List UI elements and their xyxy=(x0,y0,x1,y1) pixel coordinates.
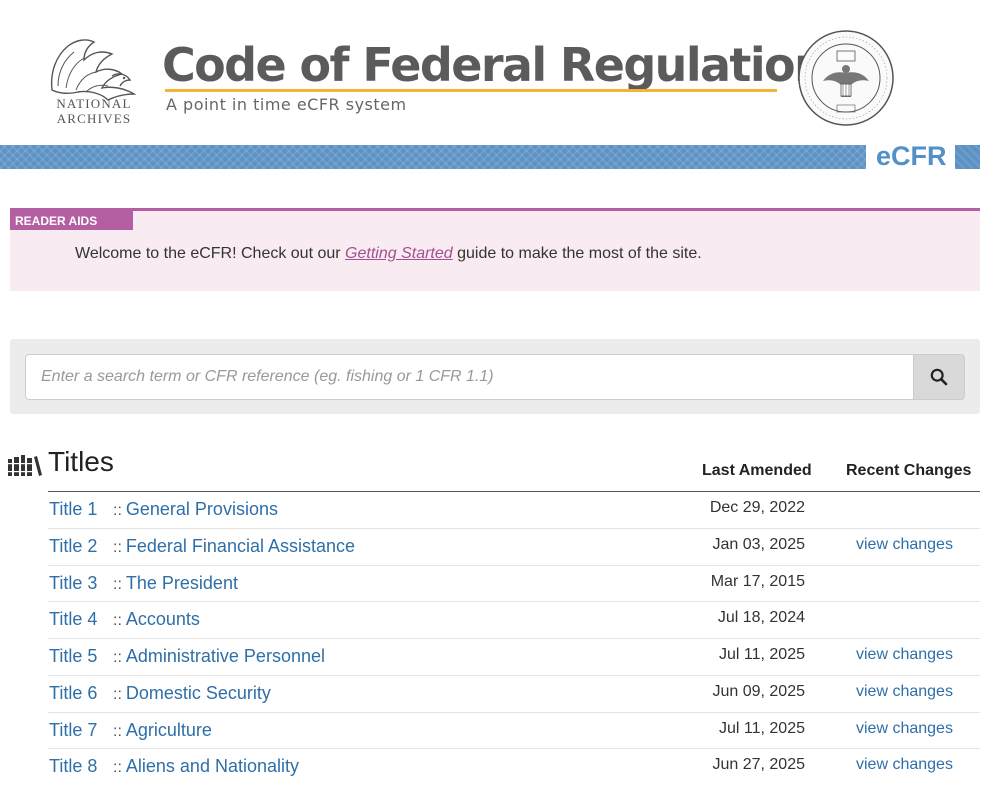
view-changes-link[interactable]: view changes xyxy=(856,720,953,738)
title-number: Title 4 xyxy=(49,609,98,630)
title-number: Title 5 xyxy=(49,646,98,666)
last-amended-date: Jun 27, 2025 xyxy=(712,756,805,774)
title-number: Title 1 xyxy=(49,499,98,519)
banner-stripe xyxy=(0,145,866,169)
site-title[interactable]: Code of Federal Regulations xyxy=(162,38,853,92)
title-link[interactable]: Title 7:: Agriculture xyxy=(49,720,212,741)
search-button[interactable] xyxy=(913,354,965,400)
banner-end-block xyxy=(955,145,980,169)
title-separator: :: xyxy=(113,722,122,740)
title-name: Agriculture xyxy=(125,719,212,740)
books-icon xyxy=(8,455,42,476)
title-separator: :: xyxy=(113,538,122,556)
table-row: Title 6:: Domestic Security Jun 09, 2025 … xyxy=(48,676,980,713)
title-separator: :: xyxy=(113,612,122,630)
title-name: Federal Financial Assistance xyxy=(125,535,356,556)
last-amended-date: Jul 11, 2025 xyxy=(719,719,805,737)
title-link[interactable]: Title 1:: General Provisions xyxy=(49,499,278,520)
title-link[interactable]: Title 3:: The President xyxy=(49,573,238,594)
title-separator: :: xyxy=(113,759,122,777)
last-amended-date: Jul 18, 2024 xyxy=(717,609,805,627)
view-changes-link[interactable]: view changes xyxy=(856,536,953,554)
title-number: Title 2 xyxy=(49,535,98,556)
view-changes-link[interactable]: view changes xyxy=(856,756,953,774)
table-row: Title 8:: Aliens and Nationality Jun 27, … xyxy=(48,749,980,785)
national-archives-wordmark: NATIONAL ARCHIVES xyxy=(46,96,142,126)
title-separator: :: xyxy=(113,575,122,593)
view-changes-link[interactable]: view changes xyxy=(856,646,953,664)
search-input[interactable] xyxy=(25,354,914,400)
reader-aids-panel: READER AIDS Welcome to the eCFR! Check o… xyxy=(10,208,980,291)
title-underline xyxy=(165,89,777,92)
nara-seal-icon xyxy=(798,30,894,126)
title-number: Title 7 xyxy=(49,719,98,740)
last-amended-date: Dec 29, 2022 xyxy=(709,499,805,516)
last-amended-date: Jun 09, 2025 xyxy=(712,682,805,700)
table-row: Title 4:: Accounts Jul 18, 2024 xyxy=(48,602,980,639)
reader-aids-message: Welcome to the eCFR! Check out our Getti… xyxy=(75,245,702,263)
reader-aids-text-after: guide to make the most of the site. xyxy=(452,245,702,262)
last-amended-date: Jan 03, 2025 xyxy=(712,535,805,553)
reader-aids-text-before: Welcome to the eCFR! Check out our xyxy=(75,245,346,262)
table-row: Title 5:: Administrative Personnel Jul 11… xyxy=(48,639,980,676)
title-link[interactable]: Title 5:: Administrative Personnel xyxy=(49,646,325,667)
titles-table: Title 1:: General Provisions Dec 29, 2022… xyxy=(48,492,980,785)
table-row: Title 2:: Federal Financial Assistance Ja… xyxy=(48,529,980,566)
title-name: The President xyxy=(125,572,238,593)
logo-line-2: ARCHIVES xyxy=(56,111,132,126)
recent-changes-header: Recent Changes xyxy=(846,462,972,479)
search-icon xyxy=(930,368,948,386)
title-link[interactable]: Title 8:: Aliens and Nationality xyxy=(49,756,299,777)
title-number: Title 3 xyxy=(49,572,98,593)
search-panel xyxy=(10,339,980,414)
table-row: Title 3:: The President Mar 17, 2015 xyxy=(48,566,980,603)
title-separator: :: xyxy=(113,502,122,519)
getting-started-link[interactable]: Getting Started xyxy=(345,245,453,262)
table-row: Title 7:: Agriculture Jul 11, 2025 view c… xyxy=(48,713,980,750)
title-name: Domestic Security xyxy=(125,682,271,703)
title-number: Title 6 xyxy=(49,682,98,703)
site-subtitle: A point in time eCFR system xyxy=(166,95,407,114)
title-name: Accounts xyxy=(125,609,200,630)
last-amended-header: Last Amended xyxy=(702,462,812,479)
last-amended-date: Mar 17, 2015 xyxy=(710,572,805,590)
logo-line-1: NATIONAL xyxy=(56,96,132,111)
title-name: General Provisions xyxy=(125,499,278,519)
titles-heading: Titles xyxy=(48,446,114,477)
title-link[interactable]: Title 2:: Federal Financial Assistance xyxy=(49,536,355,557)
view-changes-link[interactable]: view changes xyxy=(856,683,953,701)
table-row: Title 1:: General Provisions Dec 29, 2022 xyxy=(48,492,980,529)
title-separator: :: xyxy=(113,685,122,703)
site-header: NATIONAL ARCHIVES Code of Federal Regula… xyxy=(0,0,1001,145)
title-link[interactable]: Title 4:: Accounts xyxy=(49,609,200,630)
ecfr-brand[interactable]: eCFR xyxy=(876,141,947,172)
title-number: Title 8 xyxy=(49,756,98,777)
last-amended-date: Jul 11, 2025 xyxy=(719,646,805,663)
reader-aids-tab: READER AIDS xyxy=(10,211,133,230)
title-name: Administrative Personnel xyxy=(125,646,325,666)
title-name: Aliens and Nationality xyxy=(125,756,299,777)
title-link[interactable]: Title 6:: Domestic Security xyxy=(49,683,271,704)
title-separator: :: xyxy=(113,649,122,666)
